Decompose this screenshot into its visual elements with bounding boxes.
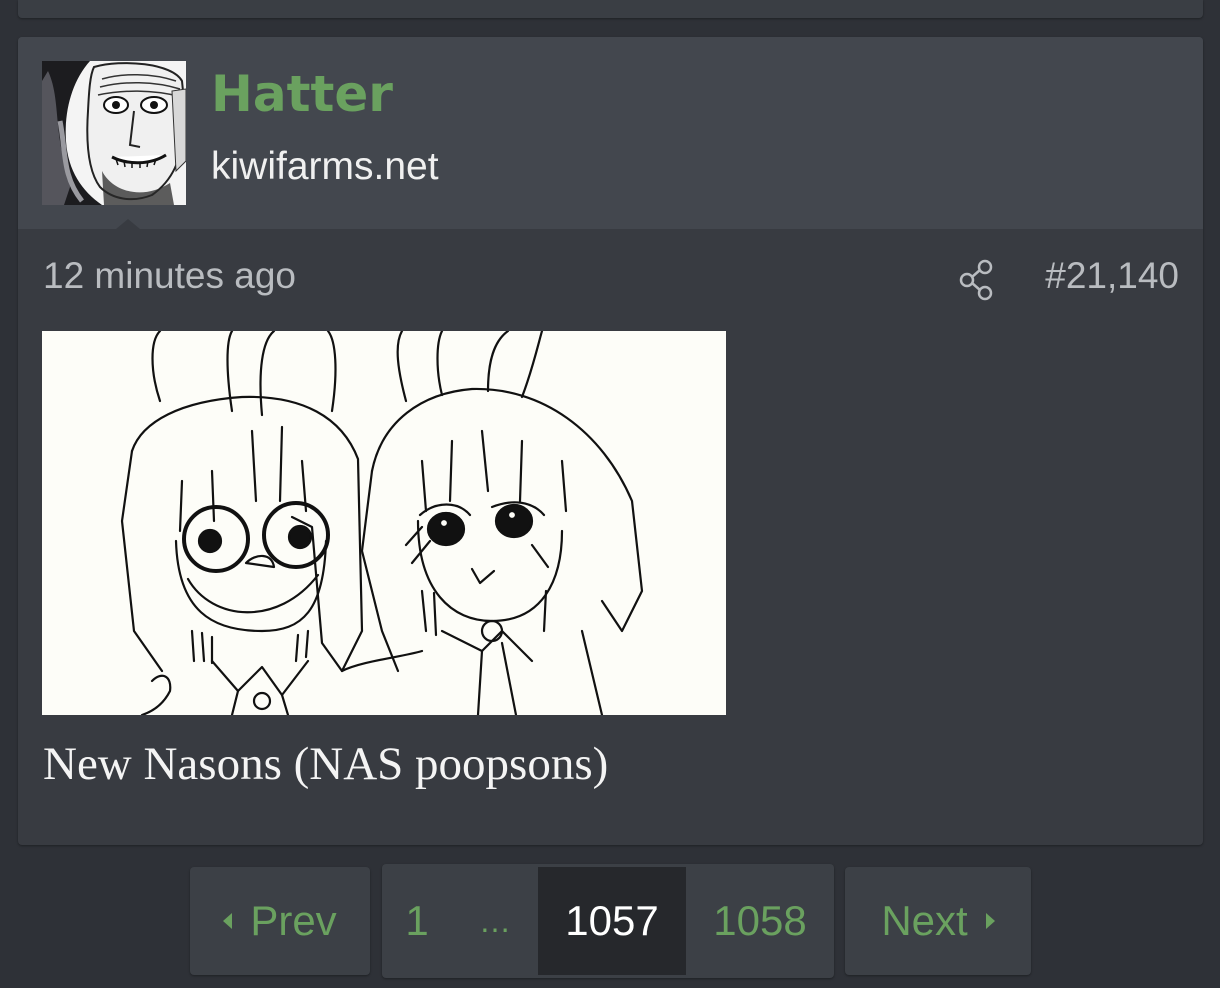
page-link-next-number[interactable]: 1058 <box>686 864 834 978</box>
next-page-button[interactable]: Next <box>845 867 1031 975</box>
caret-right-icon <box>985 913 995 929</box>
user-avatar[interactable] <box>42 61 186 205</box>
post-body-text: New Nasons (NAS poopsons) <box>43 738 609 790</box>
username[interactable]: Hatter <box>211 67 393 122</box>
post-timestamp[interactable]: 12 minutes ago <box>43 255 296 297</box>
attached-drawing <box>42 331 726 715</box>
previous-post-bottom <box>18 0 1203 18</box>
page-ellipsis[interactable]: … <box>452 864 538 978</box>
prev-label: Prev <box>250 897 337 944</box>
header-pointer <box>116 219 140 229</box>
post-number[interactable]: #21,140 <box>1045 255 1179 297</box>
page-link-first[interactable]: 1 <box>382 864 452 978</box>
prev-page-button[interactable]: Prev <box>190 867 370 975</box>
caret-left-icon <box>223 913 233 929</box>
avatar-drawing <box>42 61 186 205</box>
user-title: kiwifarms.net <box>211 145 439 188</box>
page-number-group: 1 … 1057 1058 <box>382 864 834 978</box>
next-label: Next <box>881 897 968 944</box>
forum-post: Hatter kiwifarms.net 12 minutes ago #21,… <box>18 37 1203 845</box>
page-current: 1057 <box>538 867 686 975</box>
post-user-header: Hatter kiwifarms.net <box>18 37 1203 229</box>
attached-image[interactable] <box>42 331 726 715</box>
share-icon[interactable] <box>958 259 996 301</box>
